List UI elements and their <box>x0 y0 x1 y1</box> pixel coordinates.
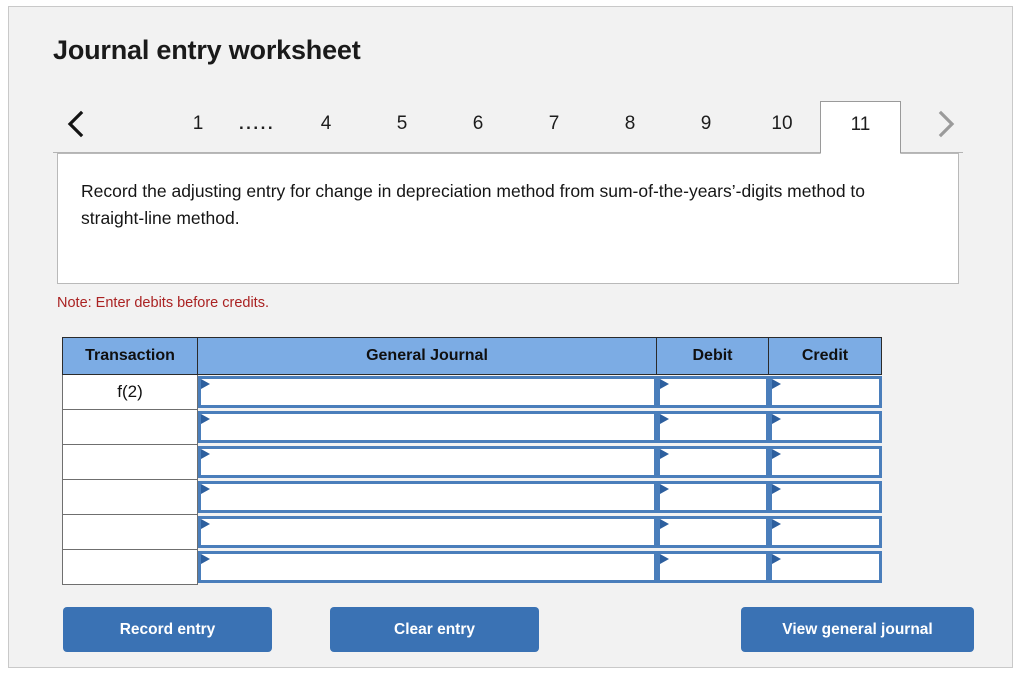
general-journal-cell <box>198 410 657 445</box>
journal-entry-rows: f(2) <box>62 374 882 585</box>
transaction-label <box>62 444 198 480</box>
general-journal-input[interactable] <box>198 411 657 443</box>
transaction-label <box>62 409 198 445</box>
cell-marker-icon <box>771 379 781 390</box>
transaction-label <box>62 479 198 515</box>
cell-marker-icon <box>659 379 669 390</box>
question-description-box: Record the adjusting entry for change in… <box>57 153 959 284</box>
transaction-label <box>62 514 198 550</box>
credit-cell <box>768 480 882 515</box>
debit-cell <box>656 410 769 445</box>
tab-4[interactable]: 4 <box>288 101 364 153</box>
table-header-row: Transaction General Journal Debit Credit <box>62 337 882 375</box>
tab-8[interactable]: 8 <box>592 101 668 153</box>
credit-input[interactable] <box>768 446 882 478</box>
tab-5[interactable]: 5 <box>364 101 440 153</box>
cell-marker-icon <box>771 519 781 529</box>
column-header-credit: Credit <box>768 337 882 375</box>
tab-9[interactable]: 9 <box>668 101 744 153</box>
cell-marker-icon <box>771 484 781 494</box>
credit-cell <box>768 550 882 585</box>
column-header-debit: Debit <box>656 337 769 375</box>
general-journal-cell <box>198 480 657 515</box>
credit-input[interactable] <box>768 481 882 513</box>
debit-cell <box>656 445 769 480</box>
tab-11[interactable]: 11 <box>820 101 901 154</box>
transaction-label <box>62 549 198 585</box>
table-row <box>62 409 882 445</box>
table-row <box>62 514 882 550</box>
general-journal-input[interactable] <box>198 516 657 548</box>
debit-cell <box>656 480 769 515</box>
general-journal-input[interactable] <box>198 446 657 478</box>
worksheet-panel: Journal entry worksheet 1 ..... 4 5 6 7 … <box>8 6 1013 668</box>
cell-marker-icon <box>201 484 210 494</box>
debit-input[interactable] <box>656 516 769 548</box>
credit-cell <box>768 445 882 480</box>
tab-6[interactable]: 6 <box>440 101 516 153</box>
debit-cell <box>656 515 769 550</box>
credit-input[interactable] <box>768 516 882 548</box>
record-entry-button[interactable]: Record entry <box>63 607 272 652</box>
tab-10[interactable]: 10 <box>744 101 820 153</box>
general-journal-input[interactable] <box>198 551 657 583</box>
general-journal-input[interactable] <box>198 376 657 409</box>
credit-input[interactable] <box>768 551 882 583</box>
cell-marker-icon <box>201 379 210 390</box>
credit-input[interactable] <box>768 376 882 409</box>
chevron-right-icon[interactable] <box>929 107 963 141</box>
debit-cell <box>656 550 769 585</box>
general-journal-cell <box>198 375 657 410</box>
debit-input[interactable] <box>656 446 769 478</box>
debits-before-credits-note: Note: Enter debits before credits. <box>57 295 269 311</box>
general-journal-cell <box>198 445 657 480</box>
column-header-general-journal: General Journal <box>197 337 657 375</box>
page-title: Journal entry worksheet <box>53 35 361 65</box>
cell-marker-icon <box>771 414 781 424</box>
cell-marker-icon <box>659 554 669 564</box>
cell-marker-icon <box>201 554 210 564</box>
table-row: f(2) <box>62 374 882 410</box>
credit-input[interactable] <box>768 411 882 443</box>
column-header-transaction: Transaction <box>62 337 198 375</box>
journal-entry-table: Transaction General Journal Debit Credit… <box>62 337 882 585</box>
table-row <box>62 444 882 480</box>
debit-cell <box>656 375 769 410</box>
clear-entry-button[interactable]: Clear entry <box>330 607 539 652</box>
cell-marker-icon <box>659 519 669 529</box>
general-journal-input[interactable] <box>198 481 657 513</box>
debit-input[interactable] <box>656 376 769 409</box>
cell-marker-icon <box>659 414 669 424</box>
cell-marker-icon <box>201 519 210 529</box>
cell-marker-icon <box>201 414 210 424</box>
credit-cell <box>768 375 882 410</box>
debit-input[interactable] <box>656 411 769 443</box>
table-row <box>62 479 882 515</box>
general-journal-cell <box>198 550 657 585</box>
cell-marker-icon <box>201 449 210 459</box>
worksheet-tabbar: 1 ..... 4 5 6 7 8 9 10 11 <box>53 95 963 154</box>
cell-marker-icon <box>771 449 781 459</box>
cell-marker-icon <box>771 554 781 564</box>
tab-ellipsis: ..... <box>238 114 276 133</box>
view-general-journal-button[interactable]: View general journal <box>741 607 974 652</box>
general-journal-cell <box>198 515 657 550</box>
credit-cell <box>768 410 882 445</box>
debit-input[interactable] <box>656 551 769 583</box>
question-description-text: Record the adjusting entry for change in… <box>81 181 866 228</box>
transaction-label: f(2) <box>62 374 198 410</box>
cell-marker-icon <box>659 484 669 494</box>
tab-7[interactable]: 7 <box>516 101 592 153</box>
chevron-left-icon[interactable] <box>59 107 93 141</box>
table-row <box>62 549 882 585</box>
cell-marker-icon <box>659 449 669 459</box>
debit-input[interactable] <box>656 481 769 513</box>
credit-cell <box>768 515 882 550</box>
